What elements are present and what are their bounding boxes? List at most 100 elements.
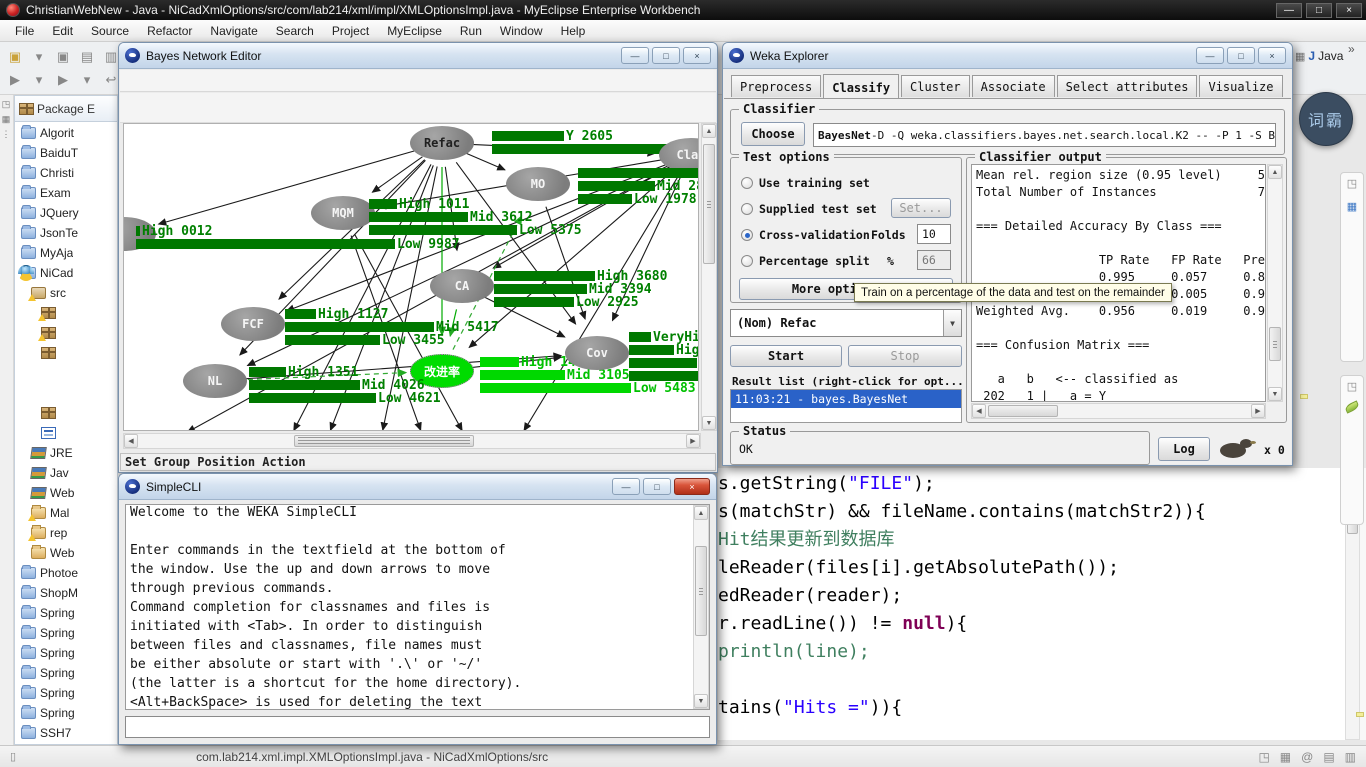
maximize-button[interactable]: □ <box>1227 47 1255 64</box>
tab-cluster[interactable]: Cluster <box>901 75 970 97</box>
tab-select-attributes[interactable]: Select attributes <box>1057 75 1198 97</box>
menu-item-refactor[interactable]: Refactor <box>138 22 201 40</box>
tree-item-spring[interactable]: Spring <box>15 683 117 703</box>
close-button[interactable]: × <box>1336 3 1362 18</box>
minimize-button[interactable]: — <box>621 47 649 64</box>
tree-item-src[interactable]: src <box>15 283 117 303</box>
bayes-graph-canvas[interactable]: RefacY 2605N 7394ClasMOHigh 5207Mid 2814… <box>123 123 699 431</box>
tree-item-algorit[interactable]: Algorit <box>15 123 117 143</box>
start-button[interactable]: Start <box>730 345 842 367</box>
simplecli-output[interactable]: Welcome to the WEKA SimpleCLI Enter comm… <box>125 504 710 710</box>
bn-node-Refac[interactable]: Refac <box>410 126 474 160</box>
set-test-set-button[interactable]: Set... <box>891 198 951 218</box>
tree-item-baidut[interactable]: BaiduT <box>15 143 117 163</box>
menu-item-search[interactable]: Search <box>267 22 323 40</box>
bn-node-NL[interactable]: NL <box>183 364 247 398</box>
tree-item[interactable] <box>15 323 117 343</box>
minimize-button[interactable]: — <box>1276 3 1302 18</box>
code-editor[interactable]: s.getString("FILE");s(matchStr) && fileN… <box>718 468 1345 740</box>
dropdown-arrow-icon[interactable]: ▾ <box>30 71 48 89</box>
dropdown-arrow-icon[interactable]: ▾ <box>78 71 96 89</box>
close-button[interactable]: × <box>683 47 711 64</box>
tree-item-spring[interactable]: Spring <box>15 703 117 723</box>
tree-item-shopm[interactable]: ShopM <box>15 583 117 603</box>
restore-pane-icon[interactable]: ◳ <box>1347 177 1357 190</box>
bayes-titlebar[interactable]: Bayes Network Editor — □ × <box>119 43 717 69</box>
run-icon[interactable]: ▶ <box>54 71 72 89</box>
new-wizard-icon[interactable]: ▣ <box>6 48 24 66</box>
log-button[interactable]: Log <box>1158 437 1210 461</box>
menu-item-window[interactable]: Window <box>491 22 552 40</box>
leaf-icon[interactable] <box>1344 400 1360 413</box>
minimize-view-icon[interactable]: ◳ <box>0 99 12 110</box>
menu-item-myeclipse[interactable]: MyEclipse <box>378 22 451 40</box>
result-list[interactable]: 11:03:21 - bayes.BayesNet <box>730 389 962 423</box>
radio-use-training-set[interactable]: Use training set <box>741 176 870 190</box>
maximize-button[interactable]: □ <box>643 478 671 495</box>
tree-item-web[interactable]: Web <box>15 483 117 503</box>
perspective-switcher[interactable]: ▦ J Java <box>1295 44 1361 68</box>
problems-icon[interactable]: ▦ <box>1280 750 1291 764</box>
weka-titlebar[interactable]: Weka Explorer — □ × <box>723 43 1292 69</box>
classifier-command-field[interactable]: BayesNet -D -Q weka.classifiers.bayes.ne… <box>813 123 1276 147</box>
package-explorer-header[interactable]: Package E <box>15 96 117 122</box>
tab-classify[interactable]: Classify <box>823 74 899 98</box>
output-hscrollbar[interactable]: ◀ ▶ <box>971 403 1266 419</box>
close-button[interactable]: × <box>674 478 710 495</box>
tree-item[interactable] <box>15 423 117 443</box>
type-hierarchy-icon[interactable]: ⋮ <box>0 129 12 140</box>
output-vscrollbar[interactable]: ▲ ▼ <box>1267 164 1283 402</box>
minimize-button[interactable]: — <box>1196 47 1224 64</box>
annotations-icon[interactable]: @ <box>1301 750 1313 764</box>
folds-field[interactable]: 10 <box>917 224 951 244</box>
annotation-marker[interactable] <box>1300 394 1308 399</box>
radio-supplied-test-set[interactable]: Supplied test set <box>741 202 877 216</box>
menu-item-navigate[interactable]: Navigate <box>201 22 266 40</box>
tab-visualize[interactable]: Visualize <box>1199 75 1282 97</box>
package-explorer-icon[interactable]: ▦ <box>0 114 12 125</box>
tab-associate[interactable]: Associate <box>972 75 1055 97</box>
restore-pane-icon[interactable]: ◳ <box>1347 380 1357 393</box>
maximize-button[interactable]: □ <box>652 47 680 64</box>
result-item[interactable]: 11:03:21 - bayes.BayesNet <box>731 390 961 408</box>
tree-item-myaja[interactable]: MyAja <box>15 243 117 263</box>
tree-item-exam[interactable]: Exam <box>15 183 117 203</box>
menu-item-help[interactable]: Help <box>552 22 595 40</box>
tree-item-spring[interactable]: Spring <box>15 603 117 623</box>
bn-node-CA[interactable]: CA <box>430 269 494 303</box>
choose-classifier-button[interactable]: Choose <box>741 122 805 146</box>
outline-icon[interactable]: ▦ <box>1347 200 1357 213</box>
menu-item-source[interactable]: Source <box>82 22 138 40</box>
simplecli-input[interactable] <box>125 716 710 738</box>
menu-item-file[interactable]: File <box>6 22 43 40</box>
menu-item-run[interactable]: Run <box>451 22 491 40</box>
console-icon[interactable]: ▥ <box>1345 750 1356 764</box>
tree-item[interactable] <box>15 303 117 323</box>
menu-item-project[interactable]: Project <box>323 22 378 40</box>
percentage-field[interactable]: 66 <box>917 250 951 270</box>
tree-item[interactable] <box>15 403 117 423</box>
tree-item-jav[interactable]: Jav <box>15 463 117 483</box>
restore-pane-icon[interactable]: ◳ <box>1258 750 1269 764</box>
save-all-icon[interactable]: ▤ <box>78 48 96 66</box>
radio-cross-validation[interactable]: Cross-validation <box>741 228 870 242</box>
stop-button[interactable]: Stop <box>848 345 962 367</box>
tree-item-web[interactable]: Web <box>15 543 117 563</box>
tree-item-rep[interactable]: rep <box>15 523 117 543</box>
annotation-marker[interactable] <box>1356 712 1364 717</box>
tab-preprocess[interactable]: Preprocess <box>731 75 821 97</box>
graph-hscrollbar[interactable]: ◀ ▶ <box>123 433 701 449</box>
radio-percentage-split[interactable]: Percentage split <box>741 254 870 268</box>
bn-node-FCF[interactable]: FCF <box>221 307 285 341</box>
minimize-button[interactable]: — <box>612 478 640 495</box>
tree-item-christi[interactable]: Christi <box>15 163 117 183</box>
menu-item-edit[interactable]: Edit <box>43 22 82 40</box>
class-attribute-combo[interactable]: (Nom) Refac ▼ <box>730 309 962 337</box>
tree-item[interactable] <box>15 343 117 363</box>
bn-node-Cov[interactable]: Cov <box>565 336 629 370</box>
tree-item-jsonte[interactable]: JsonTe <box>15 223 117 243</box>
simplecli-titlebar[interactable]: SimpleCLI — □ × <box>119 474 716 500</box>
tree-item-spring[interactable]: Spring <box>15 663 117 683</box>
tree-item-mal[interactable]: Mal <box>15 503 117 523</box>
tree-item-photoe[interactable]: Photoe <box>15 563 117 583</box>
